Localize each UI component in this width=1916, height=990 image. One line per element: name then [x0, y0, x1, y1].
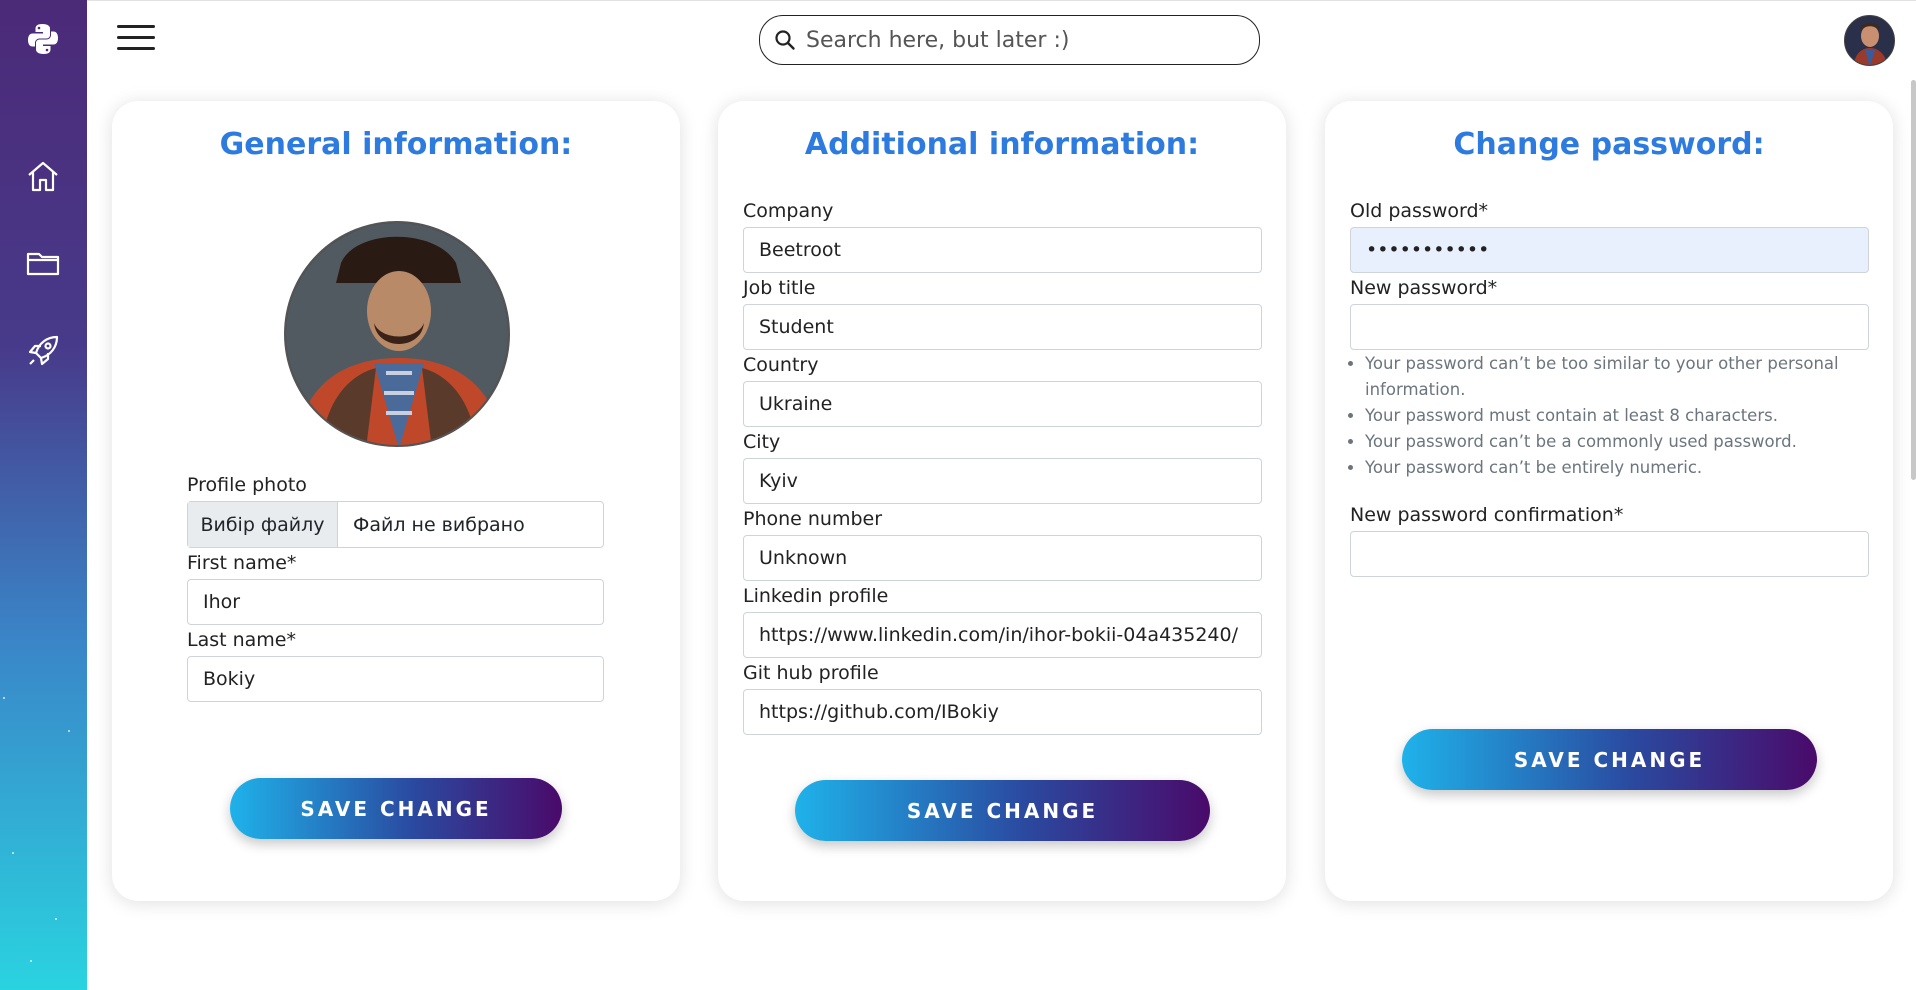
decorative-star: [3, 697, 5, 699]
old-password-field[interactable]: •••••••••••: [1350, 227, 1869, 273]
card-title: Change password:: [1453, 127, 1765, 162]
city-label: City: [743, 431, 781, 453]
profile-photo: [284, 221, 510, 447]
save-general-button[interactable]: SAVE CHANGE: [230, 778, 562, 839]
old-password-label: Old password*: [1350, 200, 1489, 222]
card-title: General information:: [219, 127, 573, 162]
python-logo-icon[interactable]: [24, 20, 62, 58]
first-name-label: First name*: [187, 552, 297, 574]
card-title: Additional information:: [804, 127, 1200, 162]
company-label: Company: [743, 200, 834, 222]
new-password-field[interactable]: [1350, 304, 1869, 350]
save-additional-button[interactable]: SAVE CHANGE: [795, 780, 1210, 841]
last-name-label: Last name*: [187, 629, 296, 651]
folder-icon[interactable]: [24, 244, 62, 282]
home-icon[interactable]: [24, 157, 62, 195]
user-avatar[interactable]: [1844, 15, 1895, 66]
save-password-button[interactable]: SAVE CHANGE: [1402, 729, 1817, 790]
job-title-field[interactable]: Student: [743, 304, 1262, 350]
change-password-card: Change password: Old password* •••••••••…: [1325, 101, 1893, 901]
top-bar: [87, 0, 1916, 80]
password-hint: Your password must contain at least 8 ch…: [1365, 403, 1875, 429]
rocket-icon[interactable]: [24, 332, 62, 370]
decorative-star: [68, 730, 70, 732]
decorative-star: [30, 960, 32, 962]
new-password-confirmation-field[interactable]: [1350, 531, 1869, 577]
github-profile-field[interactable]: https://github.com/IBokiy: [743, 689, 1262, 735]
search-icon: [775, 30, 795, 50]
github-profile-label: Git hub profile: [743, 662, 879, 684]
linkedin-profile-label: Linkedin profile: [743, 585, 889, 607]
decorative-star: [55, 918, 57, 920]
decorative-star: [12, 852, 14, 854]
password-hint: Your password can’t be too similar to yo…: [1365, 351, 1875, 403]
linkedin-profile-field[interactable]: https://www.linkedin.com/in/ihor-bokii-0…: [743, 612, 1262, 658]
search-box[interactable]: [759, 15, 1260, 65]
new-password-confirmation-label: New password confirmation*: [1350, 504, 1624, 526]
page-scrollbar[interactable]: [1911, 80, 1916, 480]
country-label: Country: [743, 354, 819, 376]
new-password-label: New password*: [1350, 277, 1498, 299]
job-title-label: Job title: [743, 277, 816, 299]
phone-number-field[interactable]: Unknown: [743, 535, 1262, 581]
company-field[interactable]: Beetroot: [743, 227, 1262, 273]
password-hint: Your password can’t be entirely numeric.: [1365, 455, 1875, 481]
country-field[interactable]: Ukraine: [743, 381, 1262, 427]
profile-photo-label: Profile photo: [187, 474, 307, 496]
password-hint: Your password can’t be a commonly used p…: [1365, 429, 1875, 455]
general-information-card: General information: Profile photo Вибір…: [112, 101, 680, 901]
file-status-text: Файл не вибрано: [353, 513, 525, 536]
first-name-field[interactable]: Ihor: [187, 579, 604, 625]
search-input[interactable]: [806, 27, 1226, 53]
last-name-field[interactable]: Bokiy: [187, 656, 604, 702]
hamburger-menu-icon[interactable]: [117, 25, 157, 55]
password-requirements-list: Your password can’t be too similar to yo…: [1365, 351, 1875, 481]
phone-number-label: Phone number: [743, 508, 883, 530]
additional-information-card: Additional information: Company Beetroot…: [718, 101, 1286, 901]
choose-file-button[interactable]: Вибір файлу: [188, 502, 338, 547]
sidebar: [0, 0, 87, 990]
city-field[interactable]: Kyiv: [743, 458, 1262, 504]
profile-photo-file-input[interactable]: Вибір файлу Файл не вибрано: [187, 501, 604, 548]
